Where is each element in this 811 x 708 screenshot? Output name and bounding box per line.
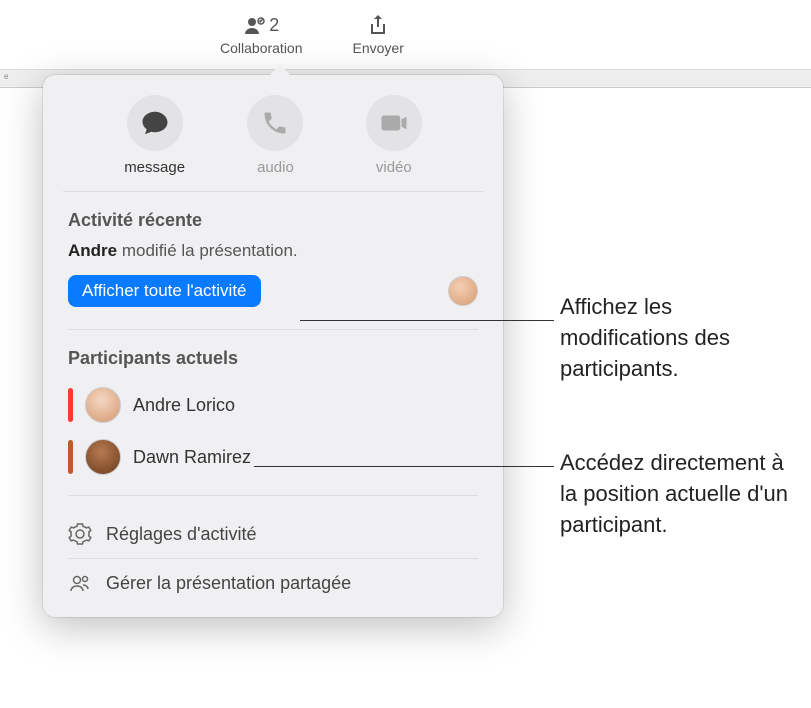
share-icon	[367, 14, 389, 38]
share-toolbar-item[interactable]: Envoyer	[353, 14, 404, 56]
people-icon	[68, 571, 92, 595]
collaboration-badge: 2	[243, 14, 279, 38]
collaboration-icon	[243, 14, 267, 38]
message-label: message	[124, 159, 185, 176]
activity-line: Andre modifié la présentation.	[68, 241, 478, 261]
activity-avatar	[448, 276, 478, 306]
presence-indicator	[68, 440, 73, 474]
participant-name: Andre Lorico	[133, 395, 235, 416]
toolbar: 2 Collaboration Envoyer	[0, 0, 811, 70]
collaboration-count: 2	[269, 15, 279, 36]
avatar	[85, 439, 121, 475]
activity-heading: Activité récente	[68, 210, 478, 231]
show-all-activity-button[interactable]: Afficher toute l'activité	[68, 275, 261, 307]
manage-shared-button[interactable]: Gérer la présentation partagée	[68, 559, 478, 607]
message-icon	[140, 108, 170, 138]
collaboration-label: Collaboration	[220, 40, 303, 56]
participants-heading: Participants actuels	[68, 348, 478, 369]
share-label: Envoyer	[353, 40, 404, 56]
communication-row: message audio vidéo	[63, 75, 483, 192]
audio-button[interactable]: audio	[247, 95, 303, 176]
activity-actor: Andre	[68, 241, 117, 260]
collaboration-toolbar-item[interactable]: 2 Collaboration	[220, 14, 303, 56]
activity-settings-label: Réglages d'activité	[106, 524, 257, 545]
video-icon	[379, 108, 409, 138]
participant-row[interactable]: Andre Lorico	[68, 379, 478, 431]
audio-label: audio	[257, 159, 294, 176]
callout-line	[254, 466, 554, 467]
avatar	[85, 387, 121, 423]
separator	[68, 495, 478, 496]
callout-line	[300, 320, 554, 321]
collaboration-popover: message audio vidéo Activité récente And…	[43, 75, 503, 617]
manage-shared-label: Gérer la présentation partagée	[106, 573, 351, 594]
phone-icon	[261, 109, 289, 137]
bottom-section: Réglages d'activité Gérer la présentatio…	[43, 500, 503, 607]
recent-activity-section: Activité récente Andre modifié la présen…	[43, 192, 503, 317]
video-label: vidéo	[376, 159, 412, 176]
message-button[interactable]: message	[124, 95, 185, 176]
callout-text: Accédez directement à la position actuel…	[560, 448, 800, 540]
video-button[interactable]: vidéo	[366, 95, 422, 176]
presence-indicator	[68, 388, 73, 422]
activity-settings-button[interactable]: Réglages d'activité	[68, 510, 478, 559]
ruler-edge-label: e	[4, 72, 8, 81]
activity-action: modifié la présentation.	[117, 241, 298, 260]
participant-row[interactable]: Dawn Ramirez	[68, 431, 478, 483]
participant-name: Dawn Ramirez	[133, 447, 251, 468]
callout-text: Affichez les modifications des participa…	[560, 292, 800, 384]
gear-icon	[68, 522, 92, 546]
